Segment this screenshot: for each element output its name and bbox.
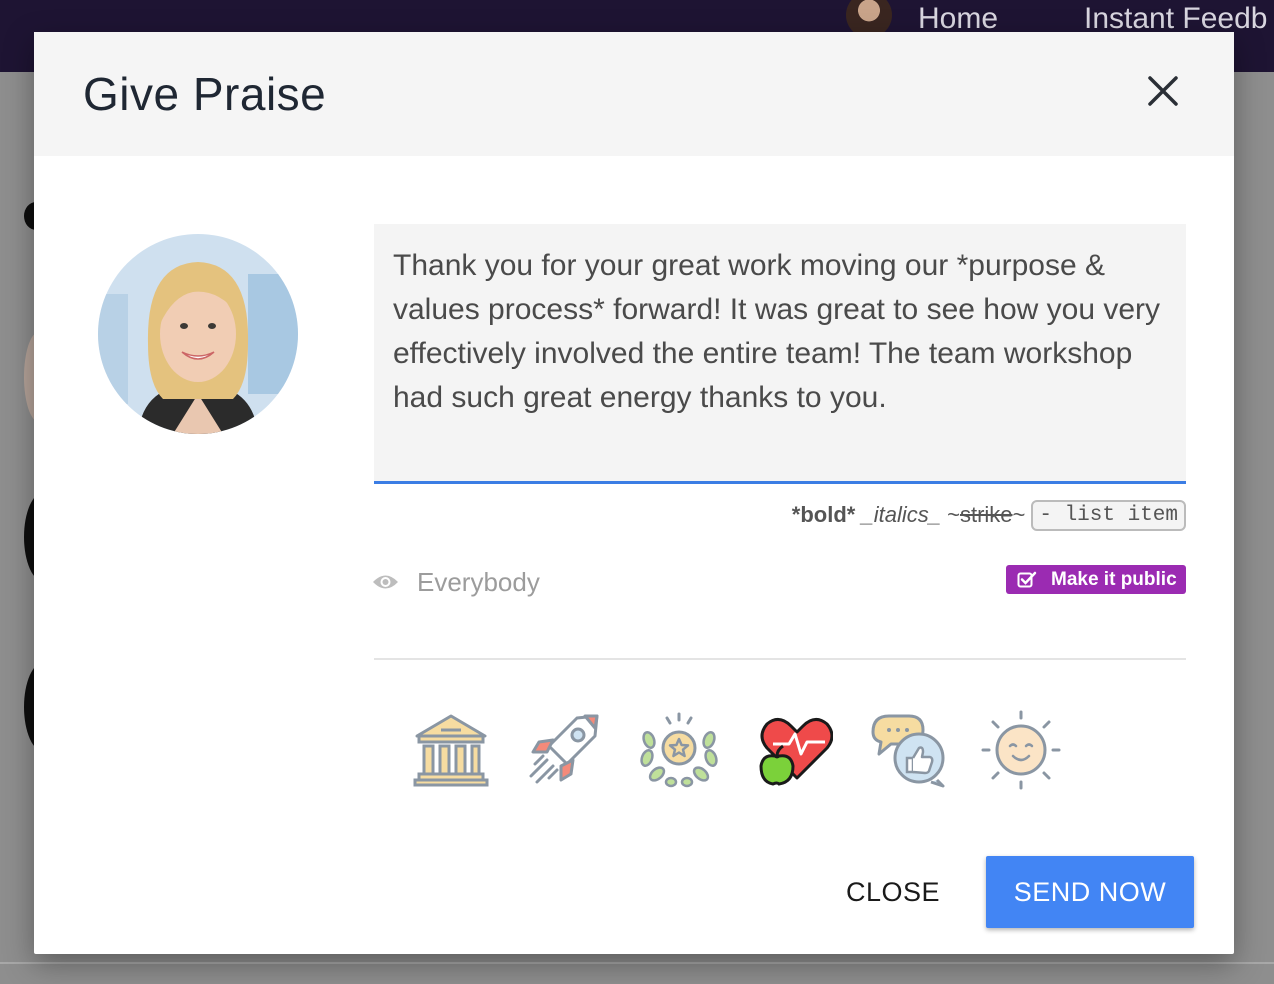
eye-icon <box>373 575 398 589</box>
format-hint: *bold* _italics_ ~ strike ~ - list item <box>792 499 1186 531</box>
give-praise-modal: Give Praise Thank you for your great wor… <box>34 32 1234 954</box>
nav-link-home[interactable]: Home <box>918 2 998 36</box>
sun-smile-icon[interactable] <box>981 710 1061 790</box>
make-public-label: Make it public <box>1051 568 1177 590</box>
nav-link-instant-feedback[interactable]: Instant Feedb <box>1084 2 1267 36</box>
laurel-star-icon[interactable] <box>639 710 719 790</box>
bank-building-icon[interactable] <box>411 710 491 790</box>
close-button[interactable]: CLOSE <box>830 867 956 917</box>
divider <box>374 658 1186 660</box>
format-hint-list-item: - list item <box>1031 499 1186 531</box>
modal-title: Give Praise <box>83 68 327 120</box>
background-divider <box>0 962 1274 964</box>
send-now-button[interactable]: SEND NOW <box>986 856 1194 928</box>
format-hint-bold: *bold* <box>791 502 856 527</box>
format-hint-strike: strike <box>959 502 1013 527</box>
format-hint-italics: _italics_ <box>861 502 941 527</box>
close-icon[interactable] <box>1144 72 1182 110</box>
praise-message-input[interactable]: Thank you for your great work moving our… <box>374 224 1186 484</box>
heart-apple-icon[interactable] <box>753 710 834 790</box>
rocket-icon[interactable] <box>525 710 605 790</box>
speech-thumbs-up-icon[interactable] <box>867 710 947 790</box>
visibility-selector[interactable]: Everybody <box>372 565 540 599</box>
format-hint-strike-open: ~ <box>947 502 960 527</box>
checkbox-checked-icon <box>1017 571 1037 587</box>
make-public-toggle[interactable]: Make it public <box>1006 565 1186 594</box>
recipient-avatar <box>98 234 298 434</box>
modal-header: Give Praise <box>34 32 1234 156</box>
visibility-label: Everybody <box>417 566 540 597</box>
format-hint-strike-close: ~ <box>1012 502 1026 527</box>
